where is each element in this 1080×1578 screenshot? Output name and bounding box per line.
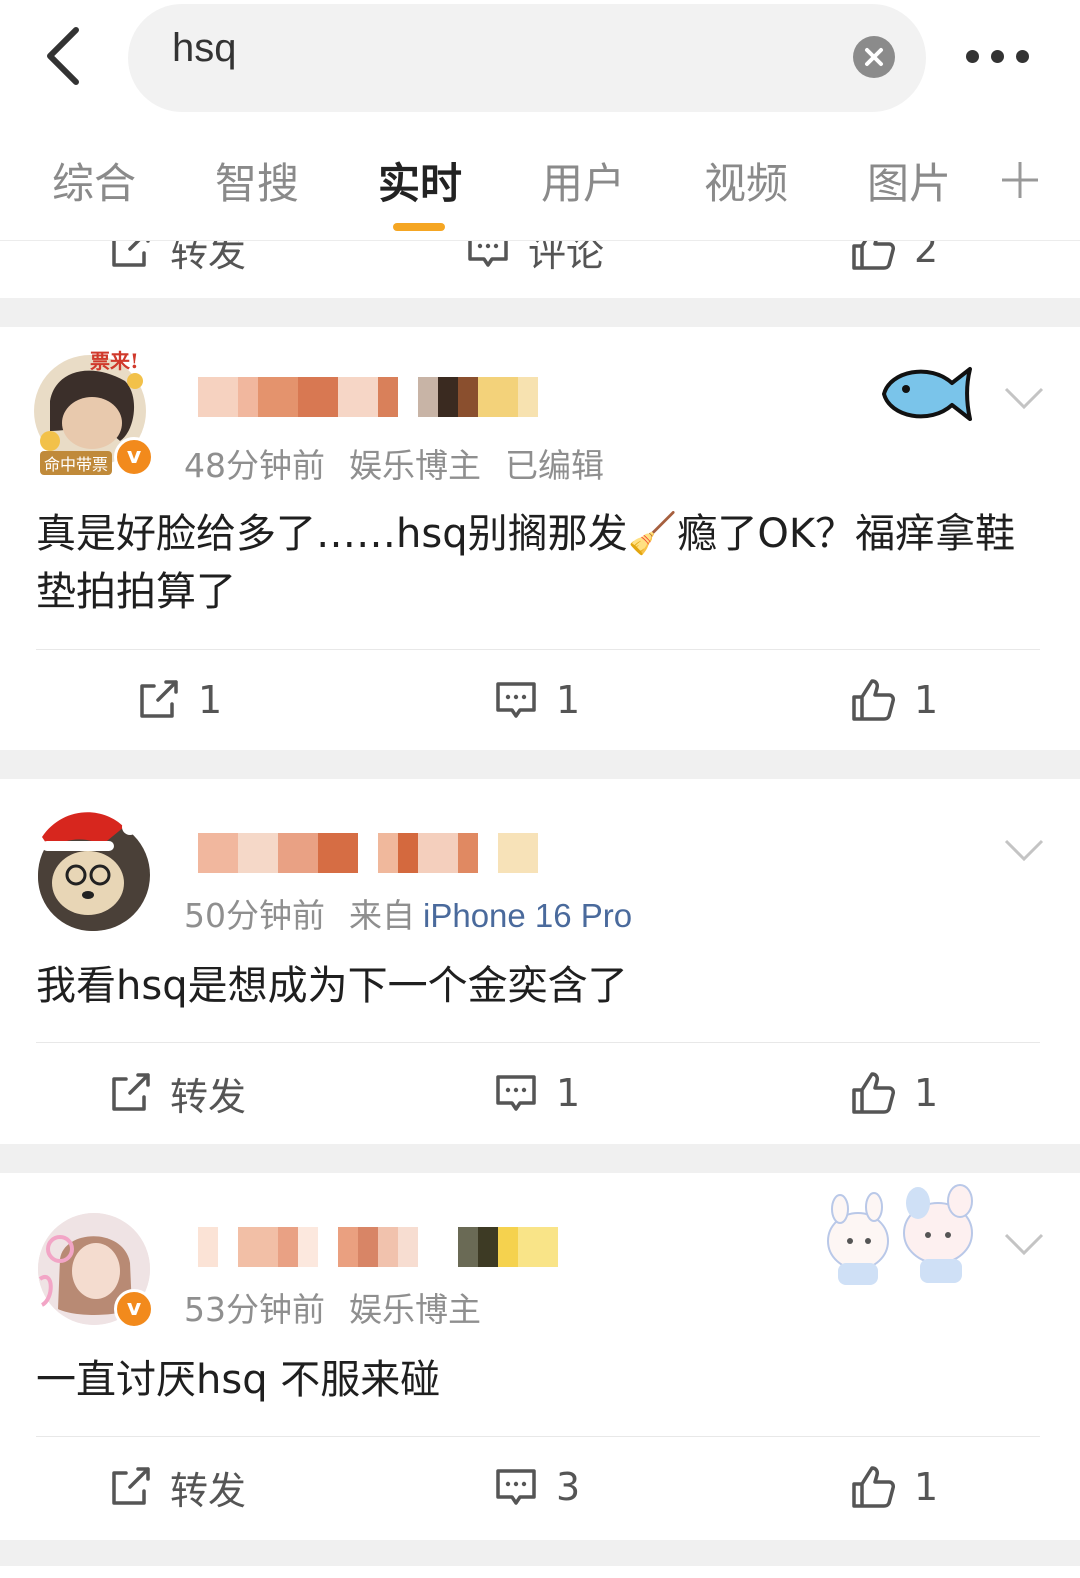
- post-card[interactable]: 票来! 命中带票 v 48分钟前 娱乐博主 已编辑 真是好脸给多了……hsq别搁那发…: [0, 327, 1080, 750]
- repost-count: 1: [198, 678, 223, 722]
- repost-icon: [112, 1467, 150, 1505]
- clear-search-button[interactable]: [853, 36, 895, 78]
- plus-icon[interactable]: [1000, 160, 1040, 200]
- like-icon: [852, 1466, 895, 1508]
- comment-count: 3: [556, 1465, 581, 1509]
- like-count: 1: [914, 1465, 939, 1509]
- repost-icon: [112, 241, 150, 267]
- more-button[interactable]: [960, 32, 1036, 78]
- comment-button[interactable]: 评论: [466, 241, 604, 277]
- comment-button[interactable]: 1: [494, 1065, 580, 1121]
- source-prefix: 来自: [349, 896, 415, 935]
- active-tab-indicator: [393, 223, 445, 231]
- like-button[interactable]: 1: [850, 1065, 938, 1121]
- avatar-sticker-subtext: 命中带票: [40, 451, 113, 475]
- like-count: 1: [914, 1071, 939, 1115]
- partial-post: 转发 评论 2: [0, 241, 1080, 298]
- more-icon: [966, 50, 979, 63]
- post-meta: 48分钟前 娱乐博主 已编辑: [184, 439, 628, 487]
- post-tag: 娱乐博主: [349, 1290, 481, 1329]
- chevron-down-icon[interactable]: [1004, 1229, 1044, 1259]
- post-text[interactable]: 我看hsq是想成为下一个金奕含了: [36, 957, 1036, 1015]
- avatar[interactable]: v: [38, 1213, 154, 1329]
- post-card[interactable]: 50分钟前 来自 iPhone 16 Pro 我看hsq是想成为下一个金奕含了 转发…: [0, 779, 1080, 1144]
- comment-icon: [496, 682, 536, 718]
- post-time: 50分钟前: [184, 896, 325, 935]
- search-input[interactable]: hsq: [128, 4, 926, 112]
- post-card[interactable]: v 53分钟前 娱乐博主 一直讨厌hsq 不服来碰 转发 3 1: [0, 1173, 1080, 1540]
- tab-realtime[interactable]: 实时: [378, 150, 462, 211]
- repost-button[interactable]: 转发: [108, 241, 246, 277]
- like-button[interactable]: 2: [850, 241, 938, 277]
- username-blurred[interactable]: [198, 1227, 558, 1267]
- repost-button[interactable]: 转发: [108, 1459, 246, 1515]
- bunny-sticker-icon: [827, 1184, 973, 1285]
- like-count: 2: [914, 241, 939, 271]
- chevron-down-icon[interactable]: [1004, 835, 1044, 865]
- avatar[interactable]: [38, 812, 150, 931]
- like-button[interactable]: 1: [850, 672, 938, 728]
- clear-icon: [865, 48, 883, 66]
- post-meta: 53分钟前 娱乐博主: [184, 1283, 505, 1331]
- top-bar: hsq: [0, 0, 1080, 120]
- comment-icon: [496, 1469, 536, 1505]
- repost-button[interactable]: 转发: [108, 1065, 246, 1121]
- repost-label: 转发: [170, 1074, 247, 1119]
- post-tag: 已编辑: [505, 446, 604, 485]
- tab-comprehensive[interactable]: 综合: [52, 150, 136, 211]
- fish-sticker-icon: [882, 367, 972, 421]
- back-arrow-icon: [47, 27, 79, 85]
- repost-icon: [112, 1073, 150, 1111]
- like-count: 1: [914, 678, 939, 722]
- post-tag: 娱乐博主: [349, 446, 481, 485]
- avatar[interactable]: 票来! 命中带票 v: [34, 349, 154, 477]
- search-query: hsq: [172, 26, 237, 70]
- repost-button[interactable]: 1: [136, 672, 222, 728]
- post-text[interactable]: 一直讨厌hsq 不服来碰: [36, 1351, 1036, 1409]
- like-icon: [852, 679, 895, 721]
- avatar-sticker-text: 票来!: [90, 349, 139, 373]
- like-button[interactable]: 1: [850, 1459, 938, 1515]
- chevron-down-icon[interactable]: [1004, 383, 1044, 413]
- username-blurred[interactable]: [198, 833, 538, 873]
- comment-icon: [468, 241, 508, 267]
- tab-bar: 综合 智搜 实时 用户 视频 图片: [0, 120, 1080, 241]
- verified-badge: v: [114, 1289, 154, 1329]
- post-meta: 50分钟前 来自 iPhone 16 Pro: [184, 889, 656, 937]
- repost-label: 转发: [170, 241, 247, 275]
- tab-smart-search[interactable]: 智搜: [215, 150, 299, 211]
- tab-images[interactable]: 图片: [867, 150, 951, 211]
- post-time: 48分钟前: [184, 446, 325, 485]
- comment-icon: [496, 1075, 536, 1111]
- post-time: 53分钟前: [184, 1290, 325, 1329]
- comment-count: 1: [556, 1071, 581, 1115]
- repost-label: 转发: [170, 1468, 247, 1513]
- comment-label: 评论: [528, 241, 605, 275]
- post-text[interactable]: 真是好脸给多了……hsq别搁那发🧹瘾了OK？福痒拿鞋垫拍拍算了: [36, 505, 1036, 621]
- username-blurred[interactable]: [198, 377, 538, 417]
- verified-badge: v: [114, 437, 154, 477]
- tab-users[interactable]: 用户: [541, 150, 625, 211]
- back-button[interactable]: [38, 26, 98, 86]
- like-icon: [852, 1072, 895, 1114]
- like-icon: [852, 241, 895, 270]
- comment-button[interactable]: 3: [494, 1459, 580, 1515]
- tab-videos[interactable]: 视频: [704, 150, 788, 211]
- post-source[interactable]: iPhone 16 Pro: [423, 897, 632, 934]
- next-post-partial: [0, 1566, 1080, 1578]
- repost-icon: [140, 680, 178, 718]
- avatar-image: [38, 812, 146, 931]
- comment-button[interactable]: 1: [494, 672, 580, 728]
- comment-count: 1: [556, 678, 581, 722]
